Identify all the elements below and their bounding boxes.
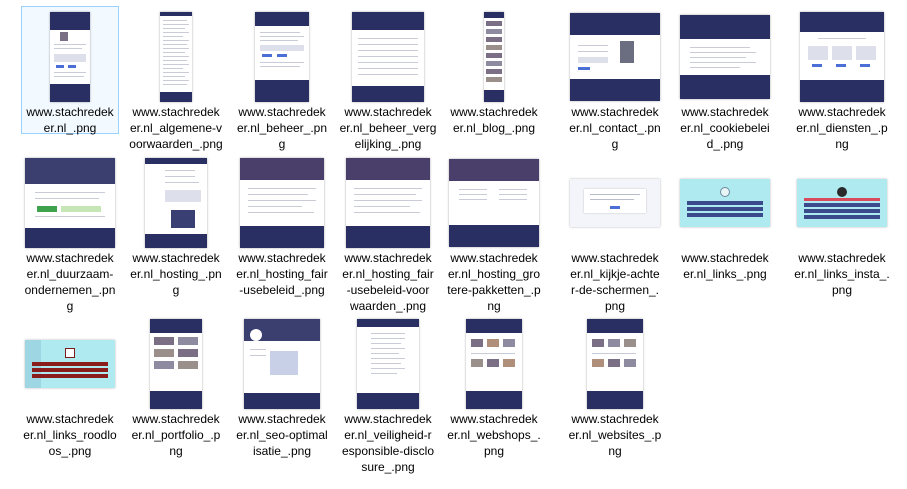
thumbnail (797, 158, 887, 248)
file-name: www.stachredek er.nl_blog_.png (450, 105, 538, 135)
file-item[interactable]: www.stachredek er.nl_diensten_.p ng (793, 6, 891, 156)
file-name: www.stachredek er.nl_hosting_fair -usebele… (236, 251, 328, 297)
thumbnail (131, 319, 221, 409)
thumbnail (570, 319, 660, 409)
file-item[interactable]: www.stachredek er.nl_algemene-v oorwaarden… (127, 6, 225, 156)
file-name: www.stachredek er.nl_webshops_. png (447, 412, 541, 458)
file-item[interactable]: www.stachredek er.nl_hosting_fair -usebele… (339, 152, 437, 313)
thumbnail (449, 319, 539, 409)
thumbnail (797, 12, 887, 102)
file-name: www.stachredek er.nl_seo-optimal isatie_.p… (236, 412, 328, 458)
thumbnail (343, 319, 433, 409)
thumbnail (237, 158, 327, 248)
file-item[interactable]: www.stachredek er.nl_links_insta_. png (793, 152, 891, 302)
file-name: www.stachredek er.nl_algemene-v oorwaarden… (129, 105, 223, 151)
thumbnail (131, 158, 221, 248)
file-name: www.stachredek er.nl_duurzaam-ondernemen_… (24, 251, 116, 313)
file-item[interactable]: www.stachredek er.nl_websites_.p ng (566, 313, 664, 463)
file-item[interactable]: www.stachredek er.nl_links_.png (676, 152, 774, 302)
file-name: www.stachredek er.nl_links_.png (681, 251, 769, 281)
file-item[interactable]: www.stachredek er.nl_hosting_.pn g (127, 152, 225, 302)
thumbnail (680, 158, 770, 248)
file-name: www.stachredek er.nl_contact_.pn g (569, 105, 661, 151)
file-item[interactable]: www.stachredek er.nl_portfolio_.p ng (127, 313, 225, 463)
thumbnail (25, 12, 115, 102)
file-item[interactable]: www.stachredek er.nl_beheer_verg elijking_… (339, 6, 437, 156)
file-item[interactable]: www.stachredek er.nl_cookiebelei d_.png (676, 6, 774, 156)
file-name: www.stachredek er.nl_kijkje-achte r-de-sch… (570, 251, 660, 313)
thumbnail (237, 12, 327, 102)
thumbnail (570, 158, 660, 248)
thumbnail (131, 12, 221, 102)
file-name: www.stachredek er.nl_portfolio_.p ng (131, 412, 221, 458)
file-item[interactable]: www.stachredek er.nl_contact_.pn g (566, 6, 664, 156)
file-name: www.stachredek er.nl_beheer_.pn g (236, 105, 328, 151)
file-item[interactable]: www.stachredek er.nl_hosting_gro tere-pakk… (445, 152, 543, 313)
file-item[interactable]: www.stachredek er.nl_seo-optimal isatie_.p… (233, 313, 331, 463)
thumbnail (570, 12, 660, 102)
file-name: www.stachredek er.nl_links_roodlo os_.png (23, 412, 117, 458)
thumbnail (449, 12, 539, 102)
thumbnail (25, 319, 115, 409)
file-name: www.stachredek er.nl_diensten_.p ng (796, 105, 888, 151)
file-name: www.stachredek er.nl_cookiebelei d_.png (680, 105, 770, 151)
file-name: www.stachredek er.nl_hosting_gro tere-pakk… (447, 251, 541, 313)
thumbnail (343, 12, 433, 102)
file-item[interactable]: www.stachredek er.nl_hosting_fair -usebele… (233, 152, 331, 302)
thumbnail (237, 319, 327, 409)
file-name: www.stachredek er.nl_veiligheid-r esponsib… (341, 412, 435, 474)
thumbnail (25, 158, 115, 248)
thumbnail (343, 158, 433, 248)
file-name: www.stachredek er.nl_.png (26, 105, 114, 135)
file-item[interactable]: www.stachredek er.nl_blog_.png (445, 6, 543, 156)
file-item[interactable]: www.stachredek er.nl_.png (21, 6, 119, 156)
thumbnail (680, 12, 770, 102)
file-item[interactable]: www.stachredek er.nl_kijkje-achte r-de-sch… (566, 152, 664, 313)
file-item[interactable]: www.stachredek er.nl_beheer_.pn g (233, 6, 331, 156)
file-name: www.stachredek er.nl_hosting_.pn g (130, 251, 222, 297)
file-name: www.stachredek er.nl_hosting_fair -usebele… (342, 251, 434, 313)
file-name: www.stachredek er.nl_links_insta_. png (794, 251, 890, 297)
file-name: www.stachredek er.nl_websites_.p ng (568, 412, 662, 458)
thumbnail (449, 158, 539, 248)
file-item[interactable]: www.stachredek er.nl_veiligheid-r esponsib… (339, 313, 437, 474)
file-item[interactable]: www.stachredek er.nl_webshops_. png (445, 313, 543, 463)
file-item[interactable]: www.stachredek er.nl_links_roodlo os_.png (21, 313, 119, 463)
file-item[interactable]: www.stachredek er.nl_duurzaam-ondernemen_… (21, 152, 119, 313)
file-name: www.stachredek er.nl_beheer_verg elijking_… (339, 105, 437, 151)
